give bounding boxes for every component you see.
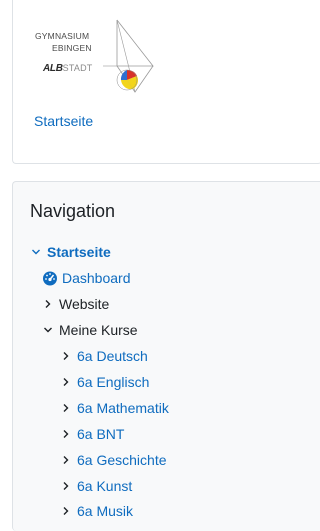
nav-item-label: Meine Kurse — [59, 322, 138, 338]
school-logo[interactable]: GYMNASIUM EBINGEN ALBSTADT — [33, 18, 155, 94]
logo-line2: EBINGEN — [52, 43, 92, 53]
nav-item-label: 6a Kunst — [77, 478, 133, 494]
navigation-block: Navigation Startseite Dashboard Website … — [12, 181, 320, 531]
nav-item-course[interactable]: 6a Geschichte — [60, 450, 167, 470]
nav-item-course[interactable]: 6a Englisch — [60, 372, 149, 392]
nav-item-label: 6a BNT — [77, 426, 125, 442]
nav-item-label: 6a Mathematik — [77, 400, 169, 416]
logo-line1: GYMNASIUM — [35, 31, 90, 41]
nav-item-course[interactable]: 6a Musik — [60, 501, 133, 521]
chevron-right-icon[interactable] — [60, 450, 73, 470]
chevron-down-icon[interactable] — [30, 242, 43, 262]
nav-item-website[interactable]: Website — [42, 294, 109, 314]
logo-alb: ALB — [43, 63, 63, 74]
logo-graphic — [103, 19, 154, 93]
chevron-right-icon[interactable] — [60, 476, 73, 496]
nav-item-course[interactable]: 6a BNT — [60, 424, 124, 444]
nav-item-label: 6a Geschichte — [77, 452, 167, 468]
nav-item-label: Website — [59, 296, 110, 312]
home-link[interactable]: Startseite — [34, 113, 93, 129]
nav-item-course[interactable]: 6a Mathematik — [60, 398, 169, 418]
logo-stadt: STADT — [62, 63, 93, 73]
chevron-right-icon[interactable] — [60, 398, 73, 418]
chevron-right-icon[interactable] — [60, 346, 73, 366]
nav-item-meine-kurse[interactable]: Meine Kurse — [42, 320, 138, 340]
chevron-right-icon[interactable] — [60, 424, 73, 444]
nav-item-course[interactable]: 6a Deutsch — [60, 346, 148, 366]
nav-item-course[interactable]: 6a Kunst — [60, 476, 132, 496]
logo-alb-stadt: ALBSTADT — [43, 64, 93, 74]
chevron-right-icon[interactable] — [60, 501, 73, 521]
nav-item-label: 6a Englisch — [77, 374, 150, 390]
nav-item-label: Dashboard — [62, 270, 131, 286]
nav-item-startseite[interactable]: Startseite — [30, 242, 111, 262]
chevron-right-icon[interactable] — [42, 294, 55, 314]
navigation-title: Navigation — [30, 201, 116, 221]
logo-card: GYMNASIUM EBINGEN ALBSTADT Startseite — [12, 0, 320, 164]
nav-item-dashboard[interactable]: Dashboard — [42, 268, 131, 288]
chevron-right-icon[interactable] — [60, 372, 73, 392]
chevron-down-icon[interactable] — [42, 320, 55, 340]
nav-item-label: Startseite — [47, 244, 111, 260]
nav-item-label: 6a Deutsch — [77, 348, 148, 364]
nav-item-label: 6a Musik — [77, 503, 134, 519]
dashboard-icon — [42, 270, 58, 286]
